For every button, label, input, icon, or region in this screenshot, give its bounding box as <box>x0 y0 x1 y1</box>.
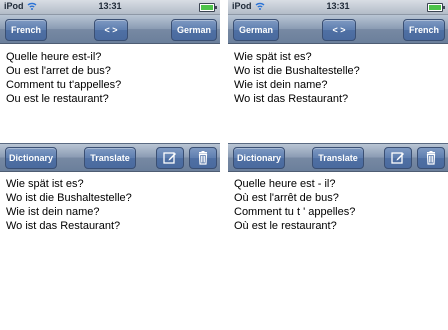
swap-languages-button[interactable]: < > <box>94 19 128 41</box>
screen-divider <box>220 0 228 330</box>
edit-button[interactable] <box>156 147 184 169</box>
language-bar: German < > French <box>228 15 448 44</box>
source-language-button[interactable]: French <box>5 19 47 41</box>
input-line: Wo ist das Restaurant? <box>234 93 349 105</box>
status-bar: iPod 13:31 <box>0 0 220 15</box>
input-line: Quelle heure est-il? <box>6 51 102 63</box>
trash-icon <box>426 151 436 165</box>
output-line: Où est l'arrêt de bus? <box>234 192 339 204</box>
target-language-button[interactable]: French <box>403 19 445 41</box>
output-line: Wie spät ist es? <box>6 178 84 190</box>
dictionary-button[interactable]: Dictionary <box>5 147 57 169</box>
output-line: Quelle heure est - il? <box>234 178 336 190</box>
input-line: Wie ist dein name? <box>234 79 328 91</box>
right-screen: iPod 13:31 German < > French Wie spät is… <box>228 0 448 330</box>
trash-button[interactable] <box>417 147 445 169</box>
output-line: Wo ist das Restaurant? <box>6 220 121 232</box>
translate-button[interactable]: Translate <box>84 147 136 169</box>
output-textarea[interactable]: Quelle heure est - il? Où est l'arrêt de… <box>228 177 448 327</box>
trash-button[interactable] <box>189 147 217 169</box>
output-textarea[interactable]: Wie spät ist es? Wo ist die Bushaltestel… <box>0 177 220 327</box>
target-language-button[interactable]: German <box>171 19 217 41</box>
input-line: Ou est l'arret de bus? <box>6 65 111 77</box>
battery-fill <box>201 5 213 10</box>
swap-languages-button[interactable]: < > <box>322 19 356 41</box>
output-line: Wie ist dein name? <box>6 206 100 218</box>
input-line: Wo ist die Bushaltestelle? <box>234 65 360 77</box>
status-time: 13:31 <box>326 1 350 11</box>
source-language-button[interactable]: German <box>233 19 279 41</box>
language-bar: French < > German <box>0 15 220 44</box>
input-line: Wie spät ist es? <box>234 51 312 63</box>
output-line: Comment tu t ' appelles? <box>234 206 356 218</box>
status-time: 13:31 <box>98 1 122 11</box>
action-toolbar: Dictionary Translate <box>0 143 220 172</box>
battery-icon <box>427 3 445 12</box>
edit-button[interactable] <box>384 147 412 169</box>
battery-icon <box>199 3 217 12</box>
status-bar: iPod 13:31 <box>228 0 448 15</box>
edit-icon <box>391 152 404 164</box>
input-line: Ou est le restaurant? <box>6 93 109 105</box>
trash-icon <box>198 151 208 165</box>
left-screen: iPod 13:31 French < > German Quelle heur… <box>0 0 220 330</box>
input-textarea[interactable]: Quelle heure est-il? Ou est l'arret de b… <box>0 50 220 140</box>
input-textarea[interactable]: Wie spät ist es? Wo ist die Bushaltestel… <box>228 50 448 140</box>
output-line: Wo ist die Bushaltestelle? <box>6 192 132 204</box>
battery-fill <box>429 5 441 10</box>
edit-icon <box>163 152 176 164</box>
action-toolbar: Dictionary Translate <box>228 143 448 172</box>
input-line: Comment tu t'appelles? <box>6 79 122 91</box>
translate-button[interactable]: Translate <box>312 147 364 169</box>
output-line: Où est le restaurant? <box>234 220 337 232</box>
dictionary-button[interactable]: Dictionary <box>233 147 285 169</box>
